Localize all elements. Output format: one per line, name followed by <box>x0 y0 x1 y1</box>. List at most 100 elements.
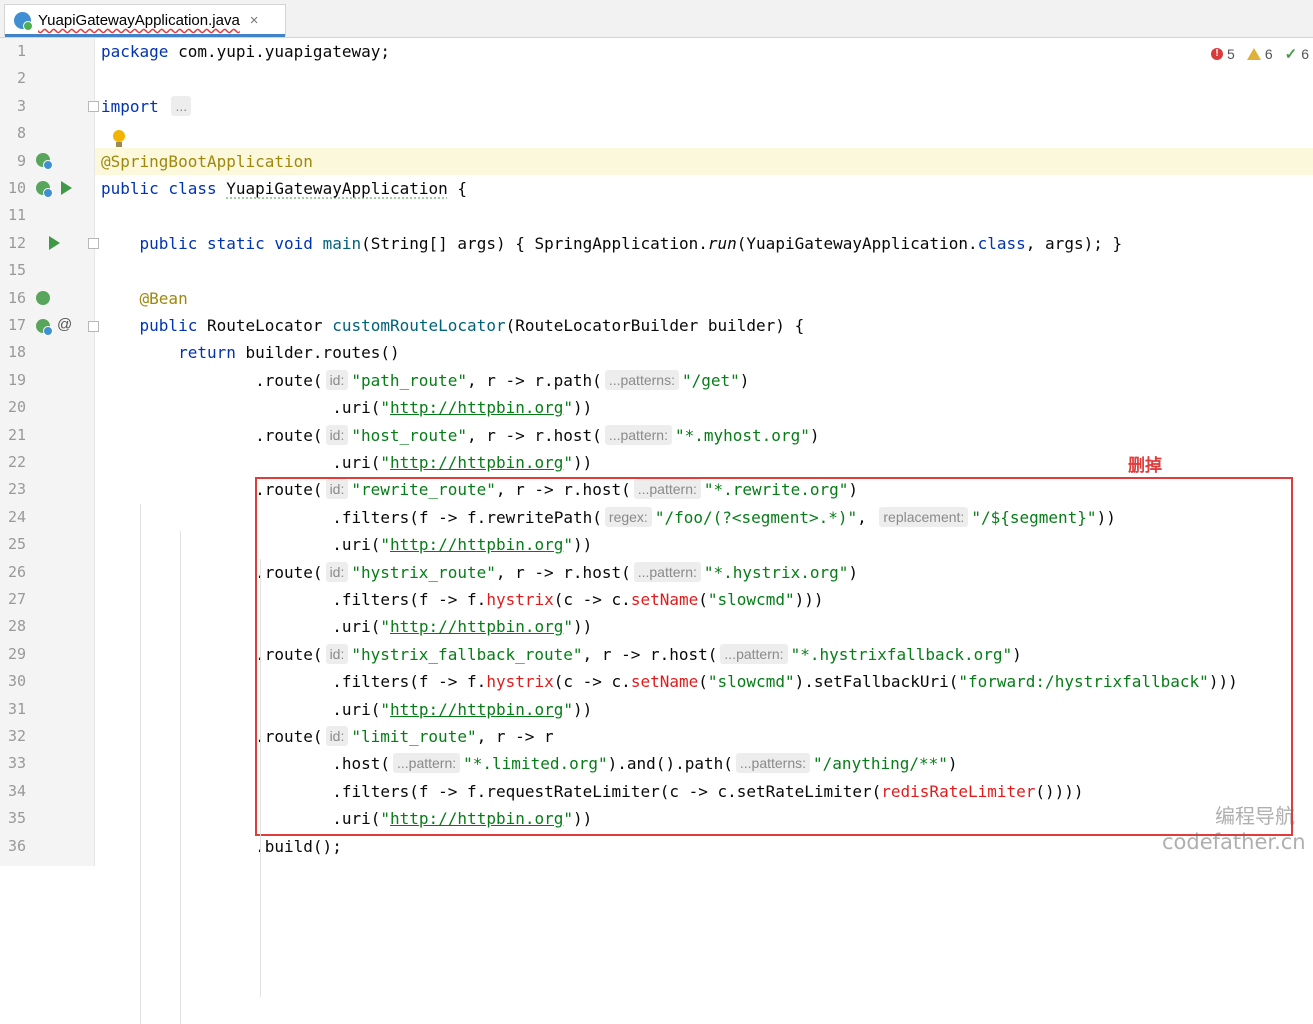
line-number[interactable]: 34 <box>0 778 26 805</box>
line-number[interactable]: 3 <box>0 93 26 120</box>
code-token: @Bean <box>139 288 188 308</box>
code-line[interactable]: .route(id: "path_route", r -> r.path(...p… <box>95 367 1313 394</box>
code-token: @SpringBootApplication <box>101 151 313 171</box>
code-token: "path_route" <box>351 370 467 390</box>
line-number[interactable]: 20 <box>0 394 26 421</box>
code-line[interactable]: .uri("http://httpbin.org")) <box>95 394 1313 421</box>
spring-bean-icon[interactable] <box>36 181 53 198</box>
code-line[interactable]: .build(); <box>95 833 1313 860</box>
bean-method-icon[interactable] <box>36 319 53 336</box>
line-number[interactable]: 16 <box>0 285 26 312</box>
code-line[interactable]: public RouteLocator customRouteLocator(R… <box>95 312 1313 339</box>
code-token: customRouteLocator <box>332 316 506 335</box>
parameter-hint: id: <box>325 369 349 390</box>
line-number[interactable]: 10 <box>0 175 26 202</box>
warning-icon <box>1246 48 1261 60</box>
code-token: class <box>977 233 1026 253</box>
error-icon: ! <box>1211 48 1224 60</box>
code-token: (RouteLocatorBuilder builder) { <box>505 316 805 335</box>
code-line[interactable]: return builder.routes() <box>95 339 1313 366</box>
fold-toggle-icon[interactable] <box>88 101 99 112</box>
line-number[interactable]: 2 <box>0 65 26 92</box>
line-number[interactable]: 24 <box>0 504 26 531</box>
code-token: , r -> r.host( <box>466 425 602 445</box>
parameter-hint[interactable]: ... <box>171 95 192 116</box>
code-text: @SpringBootApplication <box>101 148 313 175</box>
line-number[interactable]: 17 <box>0 312 26 339</box>
indent-guide <box>180 531 181 1024</box>
inspection-widget[interactable]: ! 5 6 ✓ 6 <box>1211 45 1309 63</box>
spring-class-icon <box>14 12 33 31</box>
line-number[interactable]: 27 <box>0 586 26 613</box>
line-number[interactable]: 12 <box>0 230 26 257</box>
code-token: )) <box>573 398 593 418</box>
line-number[interactable]: 11 <box>0 202 26 229</box>
code-line[interactable]: @SpringBootApplication <box>95 147 1313 175</box>
code-token: )) <box>573 453 593 472</box>
code-line[interactable]: .route(id: "host_route", r -> r.host(...p… <box>95 422 1313 449</box>
line-number[interactable]: 9 <box>0 148 26 175</box>
line-number[interactable]: 28 <box>0 613 26 640</box>
line-number[interactable]: 36 <box>0 833 26 860</box>
weak-warning-count[interactable]: ✓ 6 <box>1285 45 1309 63</box>
delete-highlight-box <box>255 477 1293 836</box>
error-count[interactable]: ! 5 <box>1211 46 1235 62</box>
code-line[interactable] <box>95 257 1313 284</box>
run-icon[interactable] <box>49 236 60 250</box>
line-number[interactable]: 26 <box>0 559 26 586</box>
active-tab-indicator <box>5 34 285 37</box>
code-line[interactable]: @Bean <box>95 285 1313 312</box>
code-line[interactable] <box>95 202 1313 229</box>
line-number[interactable]: 8 <box>0 120 26 147</box>
code-text: .uri("http://httpbin.org")) <box>101 449 592 476</box>
line-number[interactable]: 33 <box>0 750 26 777</box>
run-icon[interactable] <box>61 181 72 195</box>
line-number[interactable]: 31 <box>0 696 26 723</box>
line-number[interactable]: 30 <box>0 668 26 695</box>
code-token: RouteLocator <box>197 316 333 335</box>
line-number[interactable]: 1 <box>0 38 26 65</box>
line-number[interactable]: 22 <box>0 449 26 476</box>
code-line[interactable]: public class YuapiGatewayApplication { <box>95 175 1313 202</box>
line-number[interactable]: 32 <box>0 723 26 750</box>
code-token: public <box>139 316 198 335</box>
watermark-url: codefather.cn <box>1162 830 1306 854</box>
line-number[interactable]: 25 <box>0 531 26 558</box>
code-token: "host_route" <box>351 425 467 445</box>
code-token: .build(); <box>101 836 342 856</box>
code-token: " <box>380 398 390 418</box>
code-line[interactable]: import ... <box>95 93 1313 120</box>
code-token: com.yupi.yuapigateway; <box>168 42 390 61</box>
line-number[interactable]: 19 <box>0 367 26 394</box>
line-number[interactable]: 35 <box>0 805 26 832</box>
editor-tab-bar: YuapiGatewayApplication.java × <box>0 0 1313 38</box>
parameter-hint: ...patterns: <box>604 369 679 390</box>
line-number[interactable]: 21 <box>0 422 26 449</box>
code-line[interactable]: public static void main(String[] args) {… <box>95 230 1313 257</box>
code-line[interactable] <box>95 120 1313 147</box>
line-number[interactable]: 29 <box>0 641 26 668</box>
close-icon[interactable]: × <box>250 12 259 29</box>
warning-count[interactable]: 6 <box>1246 46 1273 62</box>
fold-toggle-icon[interactable] <box>88 321 99 332</box>
spring-bean-icon[interactable] <box>36 153 53 170</box>
code-text: import ... <box>101 93 194 120</box>
code-text: package com.yupi.yuapigateway; <box>101 38 390 65</box>
code-line[interactable] <box>95 65 1313 92</box>
autowired-at-icon[interactable]: @ <box>57 316 72 333</box>
file-tab[interactable]: YuapiGatewayApplication.java × <box>4 4 286 37</box>
fold-toggle-icon[interactable] <box>88 238 99 249</box>
line-number[interactable]: 23 <box>0 476 26 503</box>
line-number[interactable]: 15 <box>0 257 26 284</box>
code-token: (YuapiGatewayApplication. <box>736 233 978 253</box>
line-number[interactable]: 18 <box>0 339 26 366</box>
code-token: { <box>447 179 468 198</box>
code-token: .route( <box>101 370 323 390</box>
lightbulb-icon[interactable] <box>113 130 125 147</box>
code-token: package <box>101 42 169 61</box>
code-line[interactable]: package com.yupi.yuapigateway; <box>95 38 1313 65</box>
bean-method-icon[interactable] <box>36 291 50 305</box>
code-token: public static void <box>139 233 313 253</box>
